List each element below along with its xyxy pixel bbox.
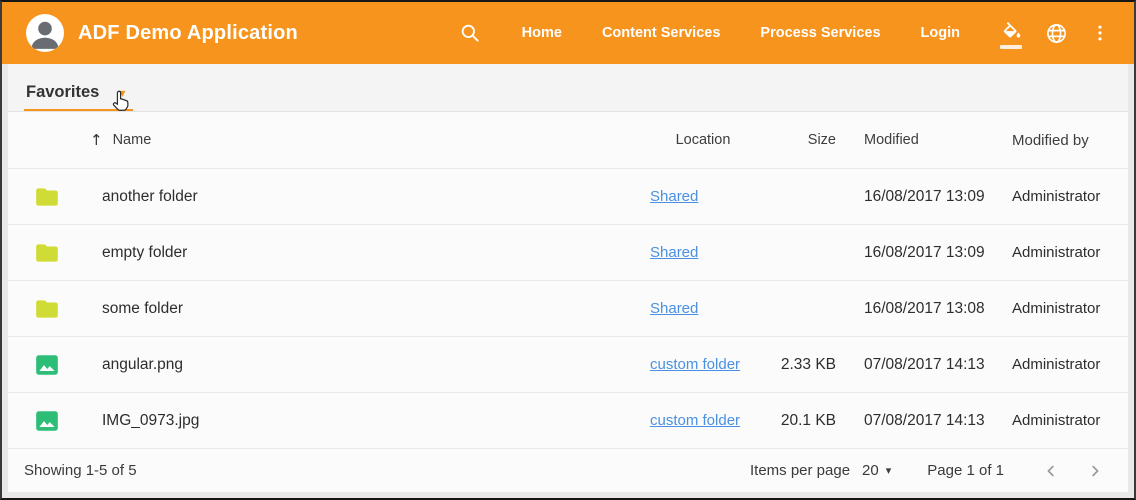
folder-icon	[34, 184, 102, 210]
nav-process-services[interactable]: Process Services	[740, 25, 900, 41]
file-name[interactable]: some folder	[102, 300, 638, 318]
column-header-size[interactable]: Size	[756, 132, 836, 148]
sort-ascending-icon[interactable]: ↑	[90, 131, 103, 149]
file-name[interactable]: another folder	[102, 188, 638, 206]
favorites-dropdown[interactable]: Favorites ▾	[24, 77, 133, 111]
file-type-cell	[34, 352, 102, 378]
page-indicator: Page 1 of 1	[927, 462, 1004, 479]
nav-content-services[interactable]: Content Services	[582, 25, 740, 41]
language-globe-icon[interactable]	[1044, 20, 1068, 46]
modified-by: Administrator	[986, 244, 1102, 261]
nav-login[interactable]: Login	[901, 25, 980, 41]
file-type-cell	[34, 240, 102, 266]
image-file-icon	[34, 352, 102, 378]
column-header-modified-by[interactable]: Modified by	[986, 132, 1102, 149]
column-header-name[interactable]: ↑ Name	[90, 131, 638, 149]
modified-date: 07/08/2017 14:13	[836, 412, 986, 430]
app-window: ADF Demo Application Home Content Servic…	[0, 0, 1136, 500]
table-row[interactable]: another folder Shared 16/08/2017 13:09 A…	[8, 169, 1128, 225]
person-icon	[26, 14, 64, 52]
main-content: Favorites ▾ ↑ Name Location Size Modifie…	[8, 64, 1128, 492]
modified-date: 16/08/2017 13:09	[836, 244, 986, 262]
location-link[interactable]: custom folder	[650, 412, 740, 429]
column-header-modified[interactable]: Modified	[836, 132, 986, 148]
column-header-location[interactable]: Location	[638, 132, 756, 148]
file-name[interactable]: angular.png	[102, 356, 638, 374]
toolbar: Favorites ▾	[8, 64, 1128, 112]
items-per-page-value: 20	[862, 462, 879, 479]
next-page-button[interactable]	[1082, 458, 1108, 484]
folder-icon	[34, 240, 102, 266]
file-name[interactable]: IMG_0973.jpg	[102, 412, 638, 430]
modified-date: 16/08/2017 13:08	[836, 300, 986, 318]
location-link[interactable]: Shared	[650, 300, 698, 317]
nav-home[interactable]: Home	[502, 25, 582, 41]
table-row[interactable]: some folder Shared 16/08/2017 13:08 Admi…	[8, 281, 1128, 337]
caret-down-icon: ▾	[886, 464, 892, 477]
table-row[interactable]: angular.png custom folder 2.33 KB 07/08/…	[8, 337, 1128, 393]
table-row[interactable]: empty folder Shared 16/08/2017 13:09 Adm…	[8, 225, 1128, 281]
caret-down-icon: ▾	[119, 87, 125, 99]
modified-date: 07/08/2017 14:13	[836, 356, 986, 374]
file-type-cell	[34, 184, 102, 210]
favorites-label: Favorites	[26, 83, 99, 102]
showing-count: Showing 1-5 of 5	[24, 462, 137, 479]
more-options-icon[interactable]	[1088, 20, 1112, 46]
items-per-page-label: Items per page	[750, 462, 850, 479]
image-file-icon	[34, 408, 102, 434]
file-size: 20.1 KB	[756, 412, 836, 430]
theme-color-fill-icon[interactable]	[1000, 20, 1024, 46]
user-avatar[interactable]	[26, 14, 64, 52]
modified-by: Administrator	[986, 300, 1102, 317]
pagination-controls: Items per page 20 ▾ Page 1 of 1	[750, 458, 1108, 484]
modified-by: Administrator	[986, 412, 1102, 429]
location-link[interactable]: custom folder	[650, 356, 740, 373]
items-per-page-select[interactable]: 20 ▾	[862, 462, 891, 479]
table-row[interactable]: IMG_0973.jpg custom folder 20.1 KB 07/08…	[8, 393, 1128, 449]
top-navigation: Home Content Services Process Services L…	[458, 20, 1112, 46]
folder-icon	[34, 296, 102, 322]
theme-color-bar	[1000, 45, 1022, 49]
file-type-cell	[34, 408, 102, 434]
location-link[interactable]: Shared	[650, 244, 698, 261]
table-header: ↑ Name Location Size Modified Modified b…	[8, 112, 1128, 169]
app-header: ADF Demo Application Home Content Servic…	[2, 2, 1134, 64]
file-name[interactable]: empty folder	[102, 244, 638, 262]
previous-page-button[interactable]	[1038, 458, 1064, 484]
modified-by: Administrator	[986, 188, 1102, 205]
location-link[interactable]: Shared	[650, 188, 698, 205]
modified-by: Administrator	[986, 356, 1102, 373]
modified-date: 16/08/2017 13:09	[836, 188, 986, 206]
search-icon[interactable]	[458, 20, 482, 46]
pagination-footer: Showing 1-5 of 5 Items per page 20 ▾ Pag…	[8, 449, 1128, 492]
app-title: ADF Demo Application	[78, 22, 298, 45]
file-size: 2.33 KB	[756, 356, 836, 374]
file-type-cell	[34, 296, 102, 322]
